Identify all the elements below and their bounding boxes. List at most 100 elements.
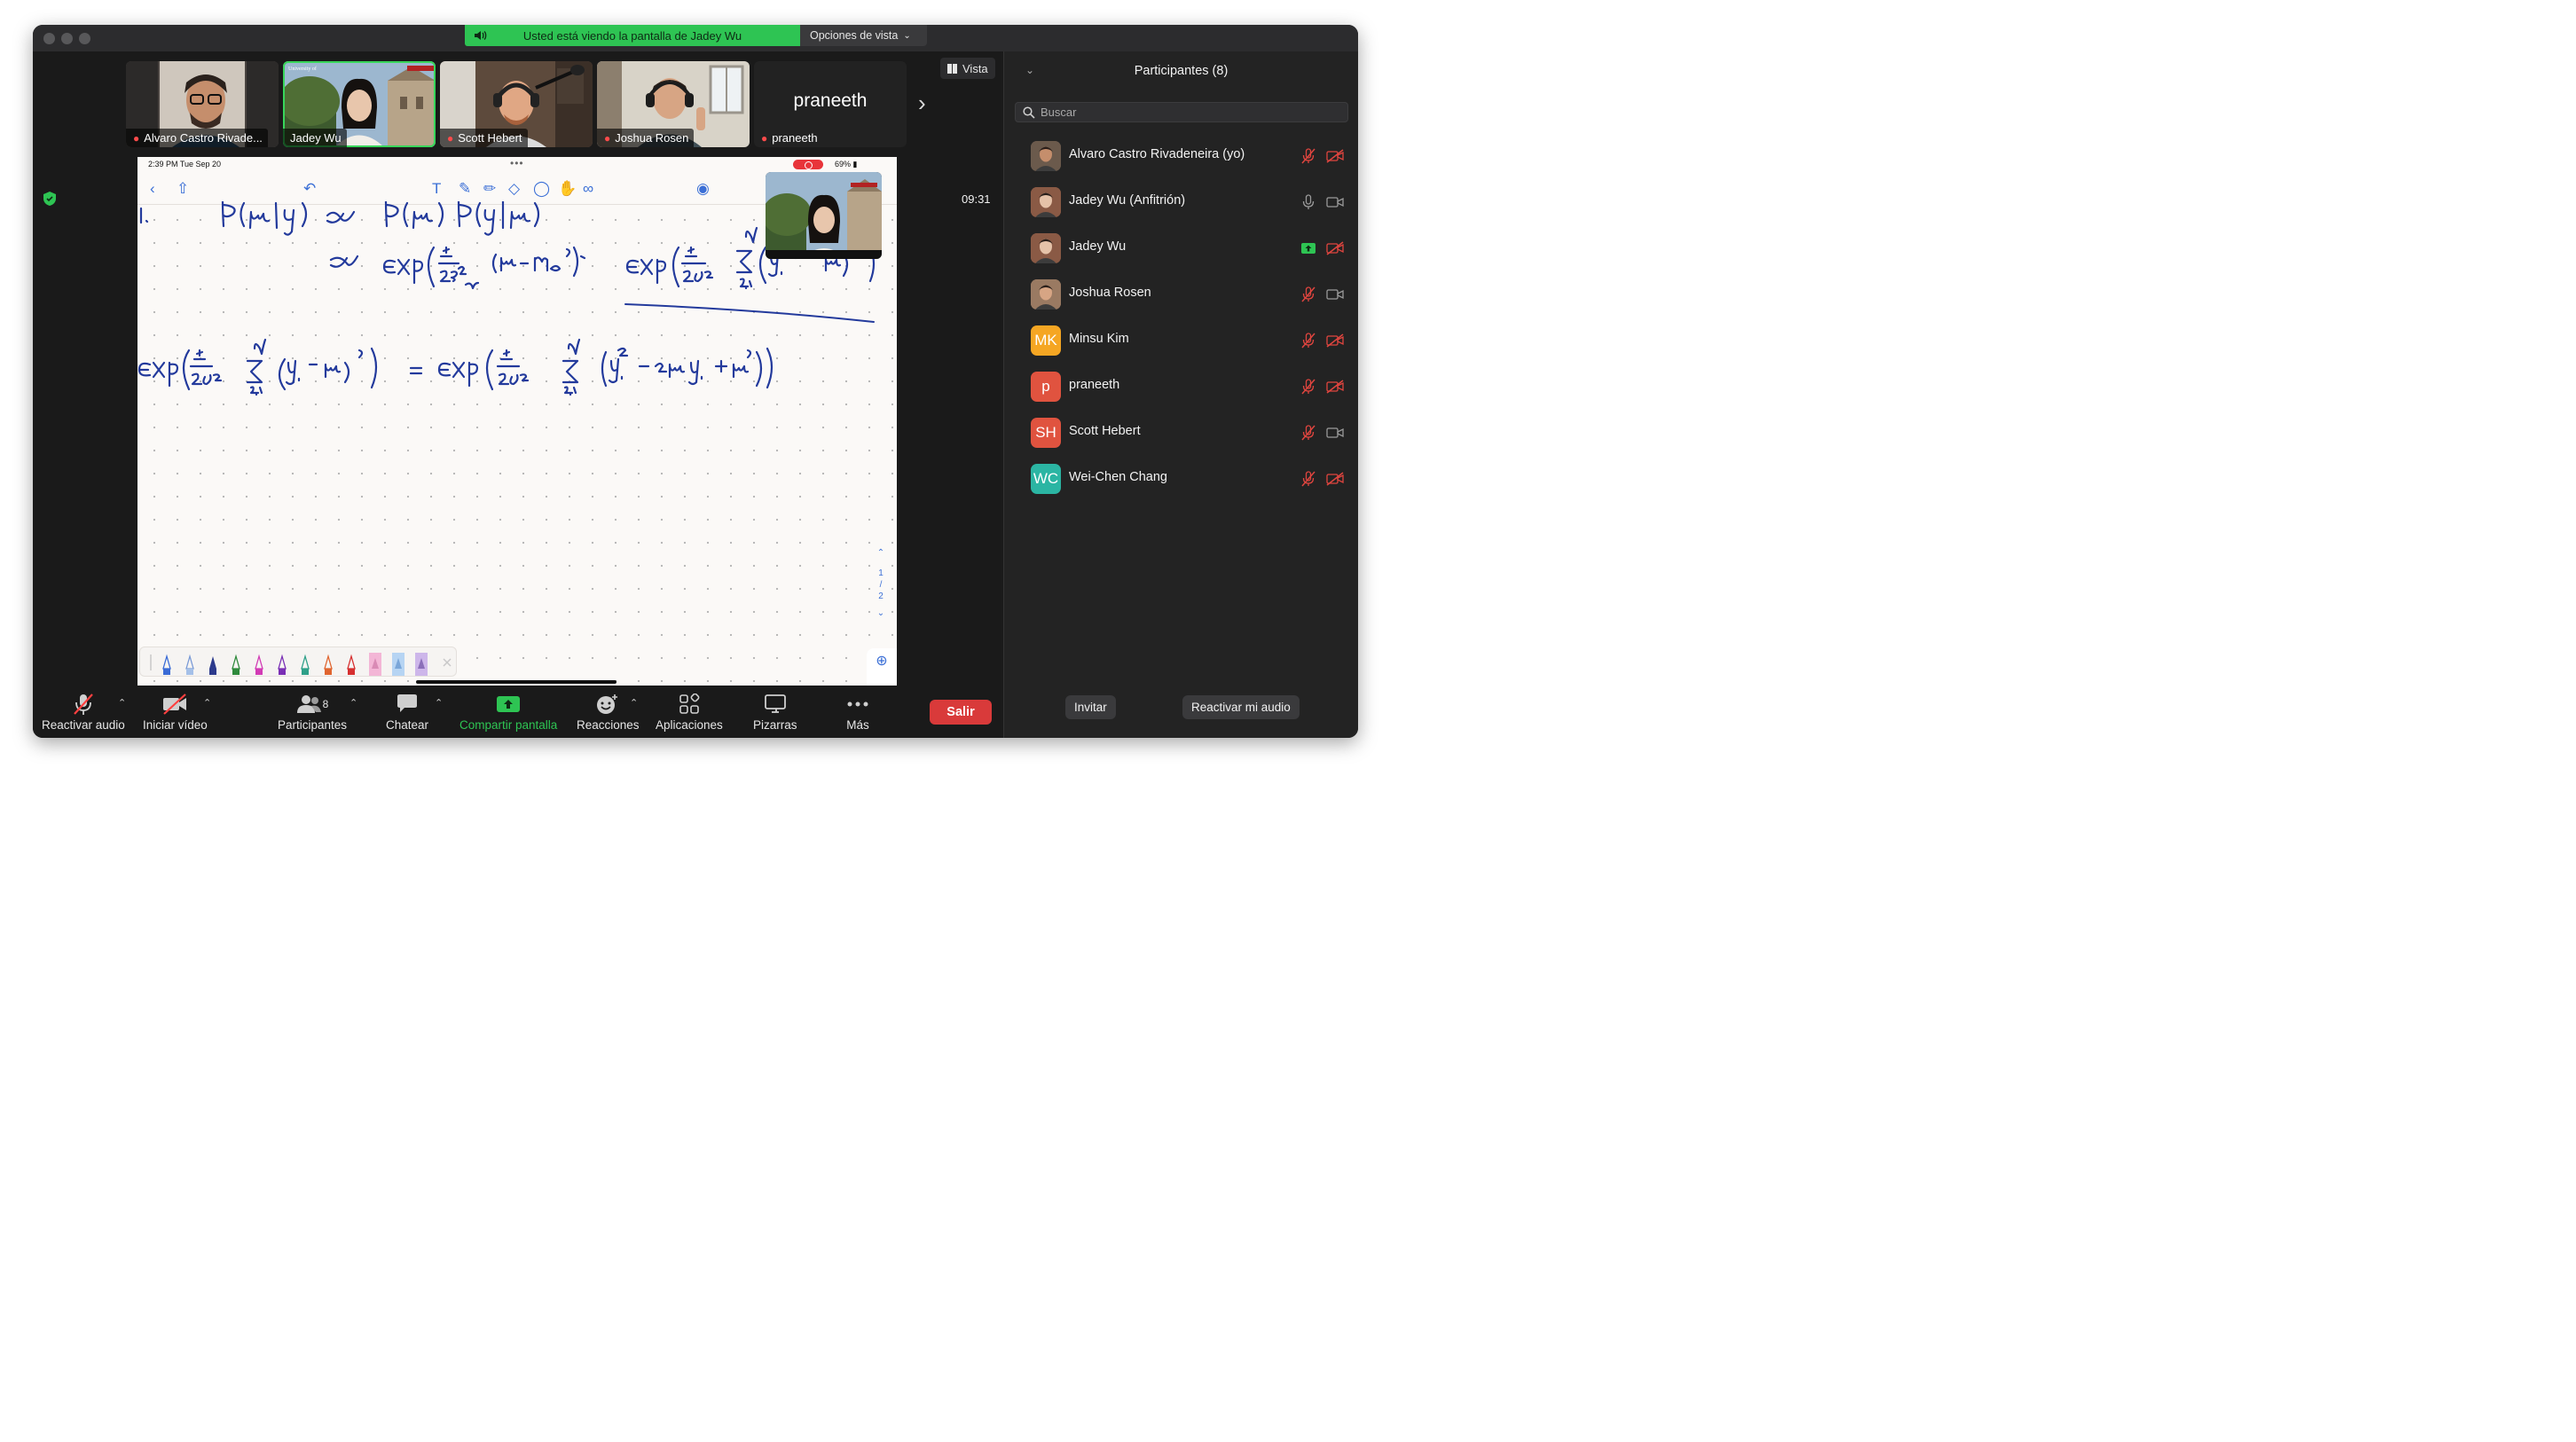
- leave-button[interactable]: Salir: [930, 700, 992, 725]
- apps-icon: [679, 694, 700, 714]
- zoom-in-icon[interactable]: ⊕: [867, 648, 897, 687]
- participants-caret-icon[interactable]: ⌃: [349, 697, 357, 709]
- search-input[interactable]: [1041, 105, 1333, 120]
- camera-off-icon[interactable]: [1326, 333, 1344, 348]
- view-button[interactable]: Vista: [940, 58, 995, 79]
- share-screen-icon: [497, 696, 521, 712]
- ipad-clock: 2:39 PM Tue Sep 20: [148, 160, 222, 168]
- chevron-up-icon[interactable]: ⌃: [876, 547, 886, 559]
- pen-swatch-purple: [278, 654, 287, 675]
- participant-row[interactable]: p praneeth: [1004, 364, 1358, 410]
- zoom-window: Usted está viendo la pantalla de Jadey W…: [33, 25, 1358, 738]
- highlighter-swatch-pink: [369, 653, 381, 676]
- camera-icon[interactable]: [1326, 426, 1344, 440]
- participant-row[interactable]: Jadey Wu: [1004, 225, 1358, 271]
- video-tile-praneeth[interactable]: praneeth ● praneeth: [754, 61, 907, 147]
- invite-button[interactable]: Invitar: [1065, 695, 1116, 719]
- video-tile-alvaro[interactable]: ● Alvaro Castro Rivade...: [126, 61, 279, 147]
- video-options-caret-icon[interactable]: ⌃: [203, 697, 211, 709]
- participant-row[interactable]: SH Scott Hebert: [1004, 410, 1358, 456]
- muted-mic-icon: ●: [761, 131, 768, 145]
- chat-button[interactable]: Chatear: [386, 693, 428, 733]
- muted-mic-icon[interactable]: [1300, 148, 1316, 164]
- unmute-me-button[interactable]: Reactivar mi audio: [1182, 695, 1300, 719]
- camera-off-icon[interactable]: [1326, 149, 1344, 163]
- whiteboards-button[interactable]: Pizarras: [753, 693, 797, 733]
- muted-mic-icon[interactable]: [1300, 286, 1316, 302]
- participant-search[interactable]: [1015, 102, 1348, 122]
- back-icon[interactable]: ‹: [150, 181, 155, 196]
- view-button-label: Vista: [962, 61, 988, 75]
- apps-button[interactable]: Aplicaciones: [656, 693, 723, 733]
- participant-row[interactable]: WC Wei-Chen Chang: [1004, 456, 1358, 502]
- pen-tool-icon[interactable]: ✎: [459, 181, 471, 196]
- share-screen-button[interactable]: Compartir pantalla: [459, 693, 557, 733]
- page-number: 2: [878, 592, 884, 601]
- next-page-arrow-icon[interactable]: ›: [918, 91, 926, 114]
- muted-mic-icon[interactable]: [1300, 425, 1316, 441]
- pen-swatch-green: [232, 654, 240, 675]
- video-off-icon: [163, 694, 187, 715]
- camera-off-icon[interactable]: [1326, 472, 1344, 486]
- presenter-self-view[interactable]: [766, 172, 882, 259]
- participant-row[interactable]: MK Minsu Kim: [1004, 317, 1358, 364]
- zoom-window-button[interactable]: [79, 33, 90, 44]
- participant-avatar: p: [1031, 372, 1061, 402]
- more-button[interactable]: Más: [842, 693, 874, 733]
- reactions-icon: [597, 694, 618, 714]
- video-tile-jadey[interactable]: University of Jadey Wu: [283, 61, 436, 147]
- eraser-tool-icon[interactable]: ◇: [508, 181, 520, 196]
- page-number: 1: [878, 568, 884, 578]
- search-icon: [1023, 106, 1035, 119]
- participants-icon: [296, 695, 321, 713]
- ipad-status-bar: 2:39 PM Tue Sep 20 ••• 69% ▮: [137, 157, 897, 173]
- microphone-icon[interactable]: [1300, 194, 1316, 210]
- link-tool-icon[interactable]: ∞: [583, 181, 593, 196]
- reactions-caret-icon[interactable]: ⌃: [630, 697, 638, 709]
- avatar-photo: [1031, 141, 1061, 171]
- lasso-tool-icon[interactable]: ◯: [533, 181, 550, 196]
- text-tool-icon[interactable]: T: [432, 181, 441, 196]
- participants-count: 8: [322, 698, 329, 710]
- muted-mic-icon[interactable]: [1300, 379, 1316, 395]
- chat-caret-icon[interactable]: ⌃: [435, 697, 443, 709]
- pen-swatch-lightblue: [185, 654, 194, 675]
- presenter-video: [766, 172, 882, 259]
- start-video-button[interactable]: Iniciar vídeo: [143, 693, 208, 733]
- camera-icon[interactable]: [1326, 195, 1344, 209]
- highlighter-tool-icon[interactable]: ✏: [483, 181, 496, 196]
- participant-row[interactable]: Jadey Wu (Anfitrión): [1004, 179, 1358, 225]
- audio-options-caret-icon[interactable]: ⌃: [118, 697, 126, 709]
- muted-mic-icon[interactable]: [1300, 333, 1316, 349]
- highlighter-swatch-blue: [392, 653, 404, 676]
- chevron-down-icon: ⌄: [903, 30, 911, 41]
- page-navigator[interactable]: ⌃ 1 / 2 ⌄: [876, 547, 886, 619]
- meeting-stage: ● Alvaro Castro Rivade... University of J…: [33, 51, 1003, 687]
- camera-off-icon[interactable]: [1326, 241, 1344, 255]
- camera-off-icon[interactable]: [1326, 380, 1344, 394]
- chevron-down-icon[interactable]: ⌄: [876, 607, 886, 619]
- close-window-button[interactable]: [43, 33, 55, 44]
- unmute-button[interactable]: Reactivar audio: [42, 693, 125, 733]
- muted-mic-icon[interactable]: [1300, 471, 1316, 487]
- microphone-icon[interactable]: ◉: [696, 181, 710, 196]
- encryption-shield-icon[interactable]: [43, 192, 56, 206]
- video-tile-scott[interactable]: ● Scott Hebert: [440, 61, 593, 147]
- camera-icon[interactable]: [1326, 287, 1344, 302]
- participant-avatar: [1031, 233, 1061, 263]
- video-tile-joshua[interactable]: ● Joshua Rosen: [597, 61, 750, 147]
- undo-icon[interactable]: ↶: [303, 181, 316, 196]
- hand-tool-icon[interactable]: ✋: [558, 181, 577, 196]
- tile-name-tag: ● Alvaro Castro Rivade...: [126, 129, 268, 147]
- share-icon[interactable]: ⇧: [177, 181, 189, 196]
- participant-row[interactable]: Joshua Rosen: [1004, 271, 1358, 317]
- tile-big-name: praneeth: [793, 90, 868, 111]
- sharing-screen-icon[interactable]: [1300, 240, 1316, 256]
- minimize-window-button[interactable]: [61, 33, 73, 44]
- whiteboards-label: Pizarras: [753, 718, 797, 732]
- pen-swatches: [150, 653, 452, 676]
- view-options-button[interactable]: Opciones de vista ⌄: [800, 25, 927, 46]
- participant-row[interactable]: Alvaro Castro Rivadeneira (yo): [1004, 133, 1358, 179]
- pen-swatch-blue: [162, 654, 171, 675]
- participants-button[interactable]: 8 Participantes: [278, 693, 347, 733]
